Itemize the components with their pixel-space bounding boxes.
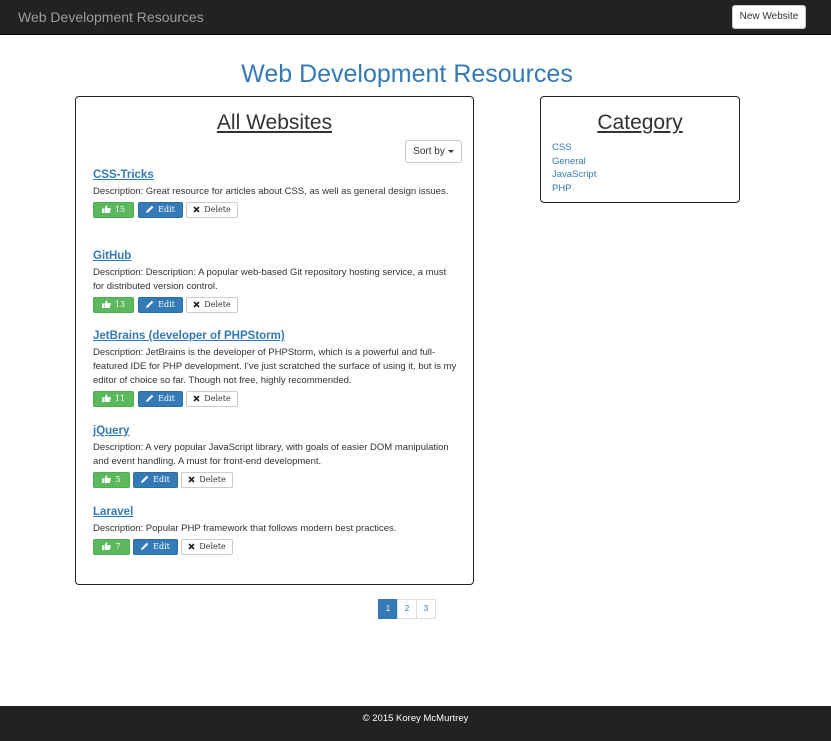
website-item: JetBrains (developer of PHPStorm) Descri… [93,329,458,407]
category-link-php[interactable]: PHP [552,182,596,196]
edit-button[interactable]: Edit [138,297,183,313]
close-icon [188,475,195,483]
delete-button[interactable]: Delete [181,472,233,488]
delete-button[interactable]: Delete [181,539,233,555]
thumbs-up-icon [101,300,111,308]
thumbs-up-icon [101,394,111,402]
edit-button[interactable]: Edit [133,539,178,555]
edit-label: Edit [158,300,175,309]
close-icon [188,542,195,550]
footer: © 2015 Korey McMurtrey [0,706,831,741]
edit-button[interactable]: Edit [133,472,178,488]
footer-copyright: © 2015 Korey McMurtrey [362,713,469,724]
like-count: 5 [115,475,121,484]
new-website-button[interactable]: New Website [732,5,806,29]
delete-button[interactable]: Delete [186,391,238,407]
website-description: Description: Great resource for articles… [93,186,449,197]
like-button[interactable]: 7 [93,539,130,555]
delete-label: Delete [204,300,231,309]
pencil-icon [146,300,154,308]
website-title-link[interactable]: GitHub [93,249,458,263]
website-description: Description: JetBrains is the developer … [93,347,457,386]
edit-label: Edit [153,542,170,551]
website-actions: 13 Edit Delete [93,297,458,313]
website-actions: 7 Edit Delete [93,539,458,555]
website-description: Description: Popular PHP framework that … [93,523,397,534]
website-title-link[interactable]: CSS-Tricks [93,168,458,182]
website-item: jQuery Description: A very popular JavaS… [93,424,458,488]
all-websites-heading: All Websites [216,111,333,134]
delete-label: Delete [199,542,226,551]
all-websites-panel: All Websites Sort by CSS-Tricks Descript… [75,96,474,585]
page-1-button[interactable]: 1 [378,599,398,619]
category-link-general[interactable]: General [552,155,596,169]
website-item: Laravel Description: Popular PHP framewo… [93,505,458,555]
edit-label: Edit [153,475,170,484]
pencil-icon [141,542,149,550]
website-actions: 11 Edit Delete [93,391,458,407]
delete-label: Delete [199,475,226,484]
pencil-icon [146,394,154,402]
edit-button[interactable]: Edit [138,202,183,218]
thumbs-up-icon [102,542,112,550]
edit-label: Edit [158,205,175,214]
like-count: 13 [114,300,126,309]
like-count: 15 [114,205,126,214]
like-button[interactable]: 15 [93,202,134,218]
page-2-button[interactable]: 2 [397,599,417,619]
like-count: 11 [114,394,126,403]
navbar-brand[interactable]: Web Development Resources [18,9,204,25]
like-button[interactable]: 11 [93,391,134,407]
website-item: CSS-Tricks Description: Great resource f… [93,168,458,218]
website-item: GitHub Description: Description: A popul… [93,249,458,313]
edit-label: Edit [158,394,175,403]
pencil-icon [141,475,149,483]
category-panel: Category CSS General JavaScript PHP [540,96,740,203]
edit-button[interactable]: Edit [138,391,183,407]
category-link-css[interactable]: CSS [552,141,596,155]
delete-button[interactable]: Delete [186,297,238,313]
like-button[interactable]: 5 [93,472,130,488]
website-title-link[interactable]: Laravel [93,505,458,519]
delete-label: Delete [204,394,231,403]
website-actions: 5 Edit Delete [93,472,458,488]
category-list: CSS General JavaScript PHP [552,141,596,195]
thumbs-up-icon [101,205,111,213]
like-count: 7 [115,542,121,551]
close-icon [193,394,200,402]
close-icon [193,205,200,213]
thumbs-up-icon [102,475,112,483]
caret-down-icon [447,149,454,153]
website-title-link[interactable]: jQuery [93,424,458,438]
delete-button[interactable]: Delete [186,202,238,218]
website-actions: 15 Edit Delete [93,202,458,218]
website-title-link[interactable]: JetBrains (developer of PHPStorm) [93,329,458,343]
close-icon [193,300,200,308]
website-description: Description: Description: A popular web-… [93,267,447,292]
delete-label: Delete [204,205,231,214]
sort-by-button[interactable]: Sort by [405,140,462,163]
like-button[interactable]: 13 [93,297,134,313]
website-description: Description: A very popular JavaScript l… [93,442,449,467]
page-title: Web Development Resources [241,60,573,88]
category-link-javascript[interactable]: JavaScript [552,168,596,182]
page-3-button[interactable]: 3 [416,599,436,619]
pencil-icon [146,205,154,213]
navbar: Web Development Resources New Website [0,0,831,35]
category-heading: Category [597,111,683,134]
sort-by-label: Sort by [413,146,445,157]
